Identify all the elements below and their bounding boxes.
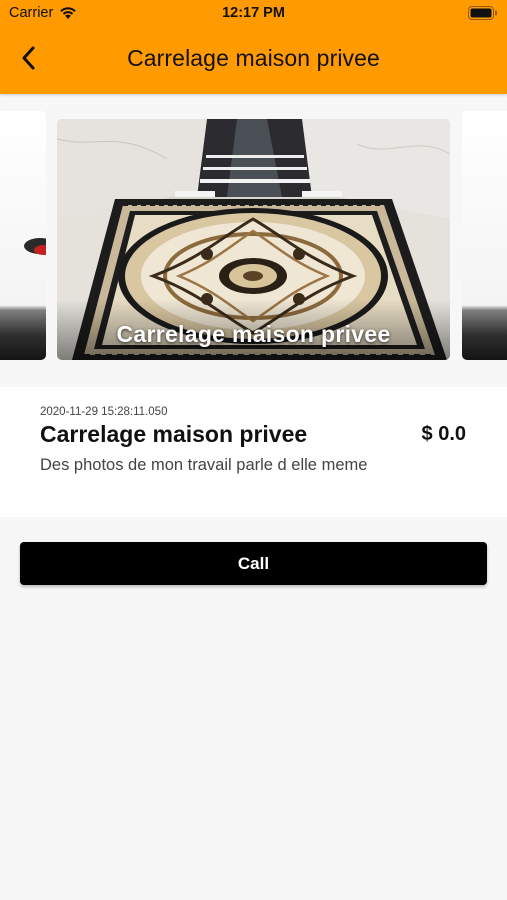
item-title: Carrelage maison privee: [40, 421, 308, 447]
nav-bar: Carrelage maison privee: [0, 28, 507, 94]
item-timestamp: 2020-11-29 15:28:11.050: [40, 406, 168, 418]
page-title: Carrelage maison privee: [127, 45, 380, 71]
carousel-slide-previous[interactable]: [0, 111, 46, 360]
clock: 12:17 PM: [222, 5, 285, 21]
item-info-card: 2020-11-29 15:28:11.050 Carrelage maison…: [0, 387, 507, 517]
app-header: Carrier 12:17 PM Carrelage maison privee: [0, 0, 507, 94]
call-button[interactable]: Call: [20, 542, 487, 585]
item-price: $ 0.0: [421, 423, 466, 445]
battery-icon: [468, 6, 498, 20]
item-description: Des photos de mon travail parle d elle m…: [40, 456, 368, 474]
status-bar: Carrier 12:17 PM: [0, 0, 507, 28]
carousel-slide-active[interactable]: Carrelage maison privee: [57, 119, 450, 360]
carousel-slide-next[interactable]: [462, 111, 507, 360]
slide-caption: Carrelage maison privee: [116, 321, 391, 347]
image-carousel[interactable]: Carrelage maison privee: [0, 94, 507, 387]
